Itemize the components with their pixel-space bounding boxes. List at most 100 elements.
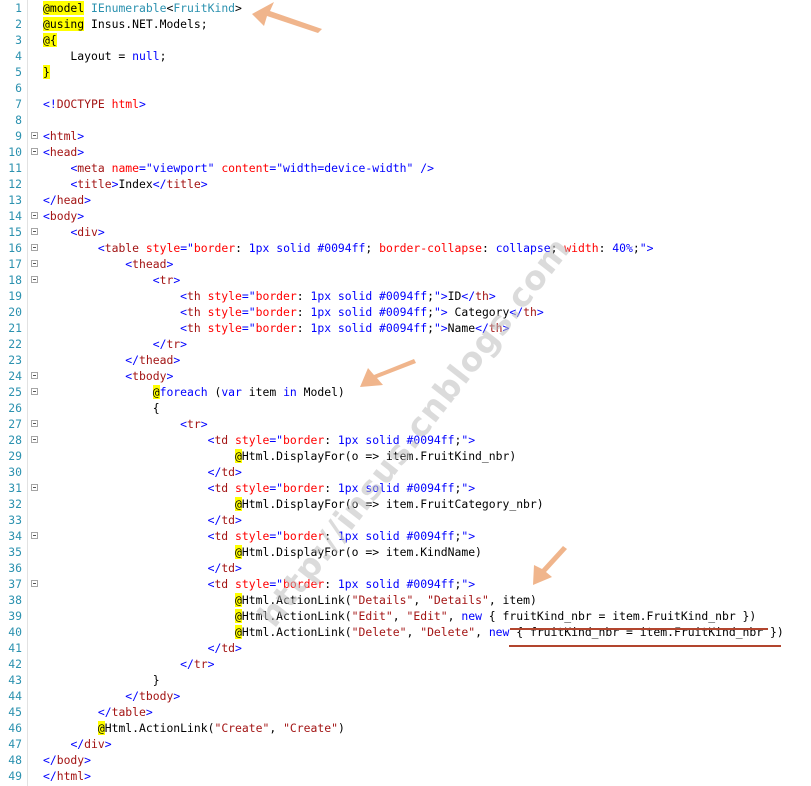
code-line[interactable]: 15 <div>: [0, 224, 811, 240]
annotation-arrow-icon: [360, 359, 416, 387]
code-text: </body>: [43, 753, 92, 767]
code-line[interactable]: 16 <table style="border: 1px solid #0094…: [0, 240, 811, 256]
code-line[interactable]: 18 <tr>: [0, 272, 811, 288]
code-text: @Html.DisplayFor(o => item.KindName): [235, 545, 482, 559]
code-text: </head>: [43, 193, 92, 207]
line-number: 12: [8, 177, 22, 191]
collapse-icon[interactable]: [31, 532, 38, 539]
line-number: 4: [15, 49, 22, 63]
code-text: </tr>: [180, 657, 215, 671]
line-number: 16: [8, 241, 22, 255]
collapse-icon[interactable]: [31, 420, 38, 427]
line-number: 34: [8, 529, 22, 543]
line-number: 15: [8, 225, 22, 239]
line-number: 1: [15, 1, 22, 15]
line-number: 25: [8, 385, 22, 399]
code-line[interactable]: 35 @Html.DisplayFor(o => item.KindName): [0, 544, 811, 560]
code-line[interactable]: 3 @{: [0, 32, 811, 48]
code-line[interactable]: 38 @Html.ActionLink("Details", "Details"…: [0, 592, 811, 608]
code-line[interactable]: 14 <body>: [0, 208, 811, 224]
collapse-icon[interactable]: [31, 260, 38, 267]
code-line[interactable]: 10 <head>: [0, 144, 811, 160]
line-number: 49: [8, 769, 22, 783]
code-editor[interactable]: 1 @model IEnumerable<FruitKind> 2 @using In…: [0, 0, 811, 786]
code-text: @foreach (var item in Model): [152, 385, 345, 399]
code-text: Layout = null;: [43, 49, 167, 63]
code-text: </table>: [97, 705, 153, 719]
code-text: </td>: [207, 641, 242, 655]
line-number: 10: [8, 145, 22, 159]
code-text: <td style="border: 1px solid #0094ff;">: [207, 481, 476, 495]
code-line[interactable]: 48 </body>: [0, 752, 811, 768]
code-line[interactable]: 19 <th style="border: 1px solid #0094ff;…: [0, 288, 811, 304]
code-line[interactable]: 4 Layout = null;: [0, 48, 811, 64]
line-number: 19: [8, 289, 22, 303]
code-line[interactable]: 20 <th style="border: 1px solid #0094ff;…: [0, 304, 811, 320]
line-number: 27: [8, 417, 22, 431]
code-line[interactable]: 45 </table>: [0, 704, 811, 720]
line-number: 22: [8, 337, 22, 351]
code-line[interactable]: 17 <thead>: [0, 256, 811, 272]
underline-mark: [510, 628, 768, 630]
code-text: <tr>: [180, 417, 208, 431]
line-number: 30: [8, 465, 22, 479]
code-text: <th style="border: 1px solid #0094ff;">N…: [180, 321, 510, 335]
code-line[interactable]: 33 </td>: [0, 512, 811, 528]
code-line[interactable]: 7 <!DOCTYPE html>: [0, 96, 811, 112]
code-text: <td style="border: 1px solid #0094ff;">: [207, 529, 476, 543]
line-number: 8: [15, 113, 22, 127]
line-number: 46: [8, 721, 22, 735]
code-line[interactable]: 40 @Html.ActionLink("Delete", "Delete", …: [0, 624, 811, 640]
line-number: 40: [8, 625, 22, 639]
code-line[interactable]: 34 <td style="border: 1px solid #0094ff;…: [0, 528, 811, 544]
code-line[interactable]: 9 <html>: [0, 128, 811, 144]
line-number: 38: [8, 593, 22, 607]
code-line[interactable]: 47 </div>: [0, 736, 811, 752]
code-line[interactable]: 11 <meta name="viewport" content="width=…: [0, 160, 811, 176]
code-line[interactable]: 44 </tbody>: [0, 688, 811, 704]
code-line[interactable]: 13 </head>: [0, 192, 811, 208]
collapse-icon[interactable]: [31, 580, 38, 587]
code-line[interactable]: 1 @model IEnumerable<FruitKind>: [0, 0, 811, 16]
collapse-icon[interactable]: [31, 388, 38, 395]
code-line[interactable]: 39 @Html.ActionLink("Edit", "Edit", new …: [0, 608, 811, 624]
code-line[interactable]: 43 }: [0, 672, 811, 688]
code-line[interactable]: 6: [0, 80, 811, 96]
code-line[interactable]: 36 </td>: [0, 560, 811, 576]
collapse-icon[interactable]: [31, 212, 38, 219]
code-line[interactable]: 5}: [0, 64, 811, 80]
code-line[interactable]: 32 @Html.DisplayFor(o => item.FruitCateg…: [0, 496, 811, 512]
collapse-icon[interactable]: [31, 372, 38, 379]
line-number: 11: [8, 161, 22, 175]
collapse-icon[interactable]: [31, 484, 38, 491]
collapse-icon[interactable]: [31, 228, 38, 235]
code-line[interactable]: 49 </html>: [0, 768, 811, 784]
collapse-icon[interactable]: [31, 436, 38, 443]
collapse-icon[interactable]: [31, 148, 38, 155]
code-line[interactable]: 42 </tr>: [0, 656, 811, 672]
collapse-icon[interactable]: [31, 132, 38, 139]
line-number: 13: [8, 193, 22, 207]
code-text: </div>: [70, 737, 112, 751]
code-text: @Html.DisplayFor(o => item.FruitKind_nbr…: [235, 449, 517, 463]
code-line[interactable]: 41 </td>: [0, 640, 811, 656]
collapse-icon[interactable]: [31, 276, 38, 283]
code-line[interactable]: 37 <td style="border: 1px solid #0094ff;…: [0, 576, 811, 592]
code-text: {: [43, 401, 160, 415]
line-number: 44: [8, 689, 22, 703]
code-line[interactable]: 12 <title>Index</title>: [0, 176, 811, 192]
code-line[interactable]: 8: [0, 112, 811, 128]
collapse-icon[interactable]: [31, 244, 38, 251]
code-text: <meta name="viewport" content="width=dev…: [70, 161, 434, 175]
line-number: 32: [8, 497, 22, 511]
line-number: 33: [8, 513, 22, 527]
code-line[interactable]: 2 @using Insus.NET.Models;: [0, 16, 811, 32]
code-line[interactable]: 31 <td style="border: 1px solid #0094ff;…: [0, 480, 811, 496]
code-line[interactable]: 46 @Html.ActionLink("Create", "Create"): [0, 720, 811, 736]
code-text: </tr>: [152, 337, 188, 351]
code-line[interactable]: 22 </tr>: [0, 336, 811, 352]
code-text: <body>: [43, 209, 85, 223]
code-line[interactable]: 21 <th style="border: 1px solid #0094ff;…: [0, 320, 811, 336]
code-text: @Html.ActionLink("Edit", "Edit", new { f…: [235, 609, 757, 623]
line-number: 5: [15, 65, 22, 79]
